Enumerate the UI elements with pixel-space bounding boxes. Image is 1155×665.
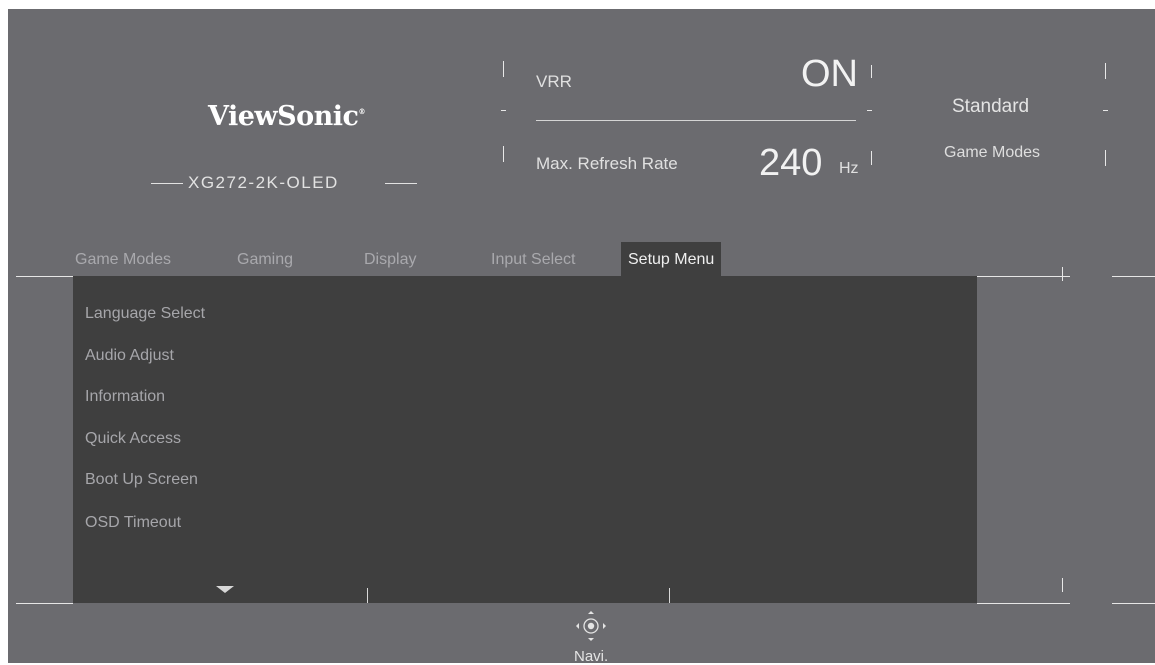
joystick-navigation-icon: [576, 611, 606, 641]
model-rule-right: [385, 183, 417, 184]
menu-item-language-select[interactable]: Language Select: [85, 305, 205, 323]
navi-label: Navi.: [574, 648, 609, 665]
status-frame-tick: [871, 151, 872, 165]
column-divider-tick: [367, 588, 368, 603]
frame-tick: [1062, 578, 1063, 592]
status-frame-tick: [1105, 63, 1106, 79]
status-frame-tick: [1103, 110, 1108, 111]
status-frame-tick: [867, 110, 872, 111]
menu-item-boot-up-screen[interactable]: Boot Up Screen: [85, 471, 198, 489]
menu-item-osd-timeout[interactable]: OSD Timeout: [85, 514, 181, 532]
frame-rule: [1112, 276, 1155, 277]
refresh-rate-unit: Hz: [839, 160, 859, 177]
setup-menu-panel: Language Select Audio Adjust Information…: [73, 276, 977, 603]
tab-setup-menu[interactable]: Setup Menu: [621, 242, 722, 276]
status-frame-tick: [501, 110, 506, 111]
refresh-rate-value: 240: [759, 142, 823, 184]
column-divider-tick: [669, 588, 670, 603]
frame-tick: [1062, 267, 1063, 281]
game-mode-value: Standard: [952, 96, 1030, 117]
status-frame-tick: [1105, 150, 1106, 166]
game-mode-label: Game Modes: [944, 144, 1041, 161]
frame-rule: [977, 603, 1070, 604]
model-rule-left: [151, 183, 183, 184]
menu-item-information[interactable]: Information: [85, 388, 165, 406]
tab-display[interactable]: Display: [364, 242, 416, 276]
status-frame-tick: [871, 65, 872, 78]
tab-input-select[interactable]: Input Select: [491, 242, 576, 276]
model-name: XG272-2K-OLED: [188, 173, 339, 192]
status-frame-tick: [503, 146, 504, 162]
brand-logo: ViewSonic®: [208, 101, 365, 132]
frame-rule: [977, 276, 1070, 277]
frame-rule: [16, 603, 73, 604]
vrr-value: ON: [801, 53, 858, 95]
scroll-down-arrow-icon[interactable]: [216, 586, 234, 593]
tab-gaming[interactable]: Gaming: [237, 242, 293, 276]
frame-rule: [1112, 603, 1155, 604]
status-frame-tick: [503, 61, 504, 77]
refresh-rate-label: Max. Refresh Rate: [536, 154, 678, 173]
frame-rule: [16, 276, 73, 277]
osd-window: ViewSonic® XG272-2K-OLED VRR ON Max. Ref…: [8, 9, 1155, 665]
menu-item-audio-adjust[interactable]: Audio Adjust: [85, 347, 174, 365]
menu-item-quick-access[interactable]: Quick Access: [85, 430, 181, 448]
status-divider: [536, 120, 856, 121]
vrr-label: VRR: [536, 72, 572, 91]
tab-game-modes[interactable]: Game Modes: [75, 242, 171, 276]
